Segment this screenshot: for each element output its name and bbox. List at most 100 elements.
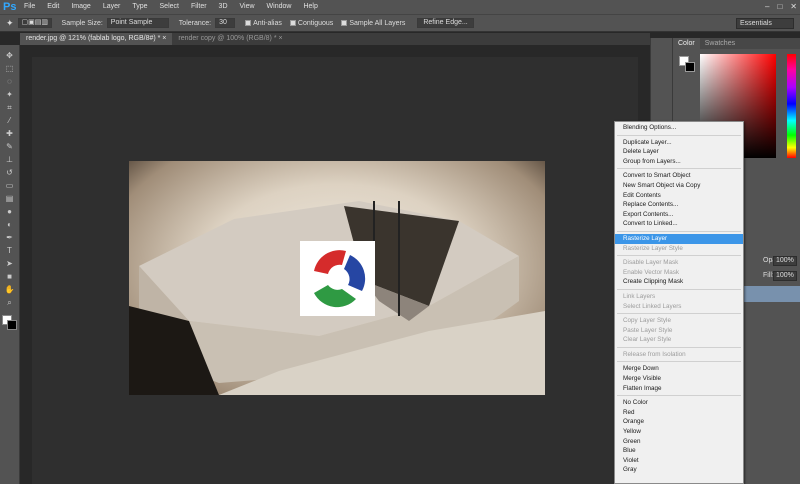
anti-alias-option[interactable]: Anti-alias <box>245 20 282 27</box>
menu-type[interactable]: Type <box>126 0 153 14</box>
anti-alias-checkbox[interactable] <box>245 19 252 26</box>
refine-edge-button[interactable]: Refine Edge... <box>417 18 474 28</box>
marquee-tool-icon[interactable]: ⬚ <box>3 62 17 75</box>
menu-layer[interactable]: Layer <box>97 0 127 14</box>
tab-swatches[interactable]: Swatches <box>700 38 740 49</box>
zoom-tool-icon[interactable]: ⌕ <box>3 296 17 309</box>
sample-all-label: Sample All Layers <box>349 19 406 27</box>
ctx-item-flatten-image[interactable]: Flatten Image <box>615 384 743 394</box>
ctx-item-convert-to-smart-object[interactable]: Convert to Smart Object <box>615 171 743 181</box>
clone-stamp-tool-icon[interactable]: ⊥ <box>3 153 17 166</box>
anti-alias-label: Anti-alias <box>253 19 282 27</box>
document-tabs: render.jpg @ 121% (fablab logo, RGB/8#) … <box>20 33 650 45</box>
tab-color[interactable]: Color <box>673 38 700 49</box>
menu-window[interactable]: Window <box>261 0 298 14</box>
crop-tool-icon[interactable]: ⌗ <box>3 101 17 114</box>
ctx-item-green[interactable]: Green <box>615 437 743 447</box>
type-tool-icon[interactable]: T <box>3 244 17 257</box>
ctx-item-delete-layer[interactable]: Delete Layer <box>615 147 743 157</box>
menu-separator <box>617 230 741 232</box>
menu-separator <box>617 255 741 257</box>
tool-color-swatches[interactable] <box>1 315 18 331</box>
contiguous-option[interactable]: Contiguous <box>289 19 334 27</box>
healing-tool-icon[interactable]: ✚ <box>3 127 17 140</box>
ctx-item-red[interactable]: Red <box>615 408 743 418</box>
menu-edit[interactable]: Edit <box>41 0 65 14</box>
move-tool-icon[interactable]: ✥ <box>3 49 17 62</box>
close-icon[interactable]: ✕ <box>790 2 797 11</box>
ctx-item-new-smart-object-via-copy[interactable]: New Smart Object via Copy <box>615 181 743 191</box>
workspace-select[interactable]: Essentials <box>736 18 794 29</box>
fill-input[interactable]: 100% <box>773 271 797 281</box>
sample-size-label: Sample Size: <box>61 19 103 27</box>
gradient-tool-icon[interactable]: ▤ <box>3 192 17 205</box>
ctx-item-paste-layer-style: Paste Layer Style <box>623 326 673 334</box>
opacity-input[interactable]: 100% <box>773 256 797 266</box>
ctx-item-convert-to-linked[interactable]: Convert to Linked... <box>615 219 743 229</box>
ctx-item-release-from-isolation: Release from Isolation <box>623 350 686 358</box>
lasso-tool-icon[interactable]: ◌ <box>3 75 17 88</box>
ctx-item-violet[interactable]: Violet <box>615 456 743 466</box>
maximize-icon[interactable]: □ <box>777 2 782 11</box>
sample-all-option[interactable]: Sample All Layers <box>341 20 405 27</box>
layer-context-menu: Blending Options... Duplicate Layer... Del… <box>614 121 744 484</box>
ctx-item-select-linked-layers: Select Linked Layers <box>623 302 682 310</box>
ctx-item-gray[interactable]: Gray <box>615 465 743 475</box>
menu-bar: Ps File Edit Image Layer Type Select Filter 3D V… <box>0 0 800 14</box>
ctx-item-yellow[interactable]: Yellow <box>615 427 743 437</box>
magic-wand-tool-icon[interactable]: ✦ <box>3 88 17 101</box>
menu-separator <box>617 288 741 290</box>
hand-tool-icon[interactable]: ✋ <box>3 283 17 296</box>
ctx-item-blue[interactable]: Blue <box>615 446 743 456</box>
color-panel-tabs: Color Swatches <box>673 38 800 49</box>
ctx-item-enable-vector-mask: Enable Vector Mask <box>623 268 680 276</box>
fablab-logo-layer[interactable] <box>300 241 375 316</box>
menu-separator <box>617 168 741 170</box>
contiguous-checkbox[interactable] <box>289 19 296 26</box>
magic-wand-icon[interactable]: ✦ <box>6 18 14 29</box>
options-bar: ✦ ▢▣▤▥ Sample Size: Point Sample Toleran… <box>0 14 800 32</box>
ctx-item-merge-visible[interactable]: Merge Visible <box>615 374 743 384</box>
ctx-item-edit-contents[interactable]: Edit Contents <box>615 191 743 201</box>
ctx-item-export-contents[interactable]: Export Contents... <box>615 210 743 220</box>
menu-3d[interactable]: 3D <box>213 0 234 14</box>
dodge-tool-icon[interactable]: ◐ <box>3 218 17 231</box>
menu-view[interactable]: View <box>234 0 261 14</box>
ctx-item-no-color[interactable]: No Color <box>615 398 743 408</box>
minimize-icon[interactable]: – <box>765 2 769 11</box>
ctx-item-blending-options[interactable]: Blending Options... <box>615 123 743 133</box>
eyedropper-tool-icon[interactable]: ⁄ <box>3 114 17 127</box>
ctx-item-duplicate-layer[interactable]: Duplicate Layer... <box>615 138 743 148</box>
history-brush-tool-icon[interactable]: ↺ <box>3 166 17 179</box>
background-color-swatch[interactable] <box>685 62 695 72</box>
sample-size-select[interactable]: Point Sample <box>106 18 169 28</box>
shape-tool-icon[interactable]: ■ <box>3 270 17 283</box>
eraser-tool-icon[interactable]: ▭ <box>3 179 17 192</box>
window-controls: – □ ✕ <box>765 2 797 11</box>
menu-image[interactable]: Image <box>65 0 96 14</box>
ctx-item-replace-contents[interactable]: Replace Contents... <box>615 200 743 210</box>
contiguous-label: Contiguous <box>297 19 334 27</box>
tab-render-copy[interactable]: render copy @ 100% (RGB/8) * × <box>172 33 288 45</box>
ctx-item-create-clipping-mask[interactable]: Create Clipping Mask <box>615 277 743 287</box>
tolerance-label: Tolerance: <box>178 19 212 27</box>
ctx-item-merge-down[interactable]: Merge Down <box>615 364 743 374</box>
tab-render[interactable]: render.jpg @ 121% (fablab logo, RGB/8#) … <box>20 33 173 45</box>
selection-mode-buttons[interactable]: ▢▣▤▥ <box>17 18 52 28</box>
blur-tool-icon[interactable]: ● <box>3 205 17 218</box>
menu-filter[interactable]: Filter <box>185 0 213 14</box>
menu-file[interactable]: File <box>18 0 41 14</box>
sample-all-checkbox[interactable] <box>341 19 348 26</box>
brush-tool-icon[interactable]: ✎ <box>3 140 17 153</box>
ctx-item-group-from-layers[interactable]: Group from Layers... <box>615 157 743 167</box>
menu-separator <box>617 313 741 315</box>
path-selection-tool-icon[interactable]: ➤ <box>3 257 17 270</box>
ctx-item-rasterize-layer[interactable]: Rasterize Layer <box>615 233 743 244</box>
menu-help[interactable]: Help <box>297 0 323 14</box>
pen-tool-icon[interactable]: ✒ <box>3 231 17 244</box>
tolerance-input[interactable]: 30 <box>215 18 236 28</box>
ctx-item-orange[interactable]: Orange <box>615 417 743 427</box>
hue-slider[interactable] <box>787 54 796 158</box>
ctx-item-rasterize-layer-style: Rasterize Layer Style <box>623 244 683 252</box>
menu-select[interactable]: Select <box>154 0 185 14</box>
